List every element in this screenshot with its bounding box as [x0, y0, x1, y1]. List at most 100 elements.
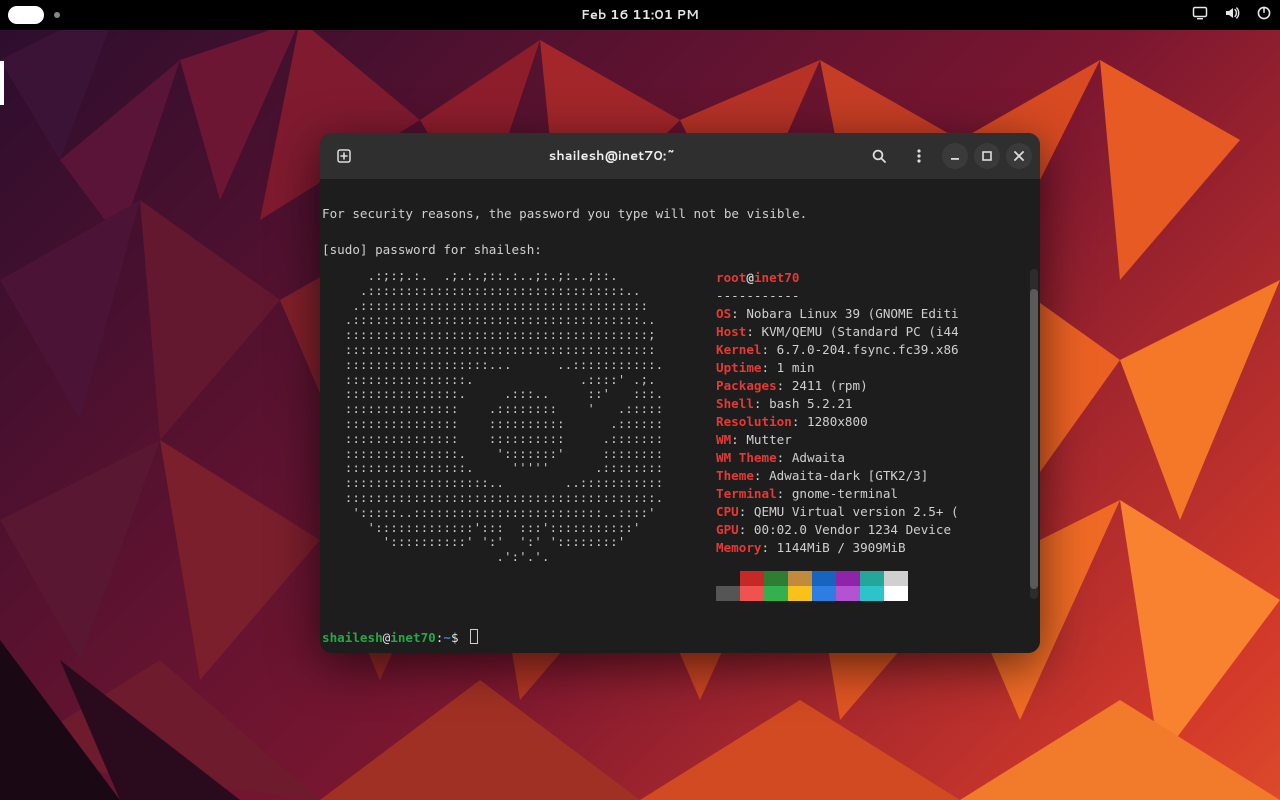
- neofetch-row: Shell: bash 5.2.21: [716, 395, 1038, 413]
- neofetch-row: Terminal: gnome-terminal: [716, 485, 1038, 503]
- nf-sep: :: [762, 360, 777, 375]
- edge-indicator: [0, 61, 4, 105]
- color-swatch: [884, 571, 908, 586]
- prompt-symbol: $: [451, 630, 459, 645]
- terminal-body[interactable]: For security reasons, the password you t…: [320, 179, 1040, 653]
- nf-title-at: @: [746, 270, 754, 285]
- prompt-user: shailesh: [322, 630, 383, 645]
- color-swatch: [740, 571, 764, 586]
- color-swatch: [884, 586, 908, 601]
- workspace-indicator-dot: [54, 12, 60, 18]
- cursor: [470, 629, 478, 644]
- neofetch-row: Kernel: 6.7.0-204.fsync.fc39.x86: [716, 341, 1038, 359]
- minimize-button[interactable]: [942, 143, 968, 169]
- nf-val: 6.7.0-204.fsync.fc39.x86: [777, 342, 959, 357]
- nf-key: Uptime: [716, 360, 762, 375]
- nf-val: Adwaita: [792, 450, 845, 465]
- nf-sep: :: [731, 306, 746, 321]
- screen-icon: [1192, 5, 1208, 26]
- nf-sep: :: [739, 504, 754, 519]
- nf-key: WM Theme: [716, 450, 777, 465]
- menu-button[interactable]: [902, 139, 936, 173]
- nf-sep: :: [754, 468, 769, 483]
- nf-sep: :: [754, 396, 769, 411]
- nf-key: Kernel: [716, 342, 762, 357]
- vertical-scrollbar[interactable]: [1030, 269, 1038, 599]
- neofetch-row: Memory: 1144MiB / 3909MiB: [716, 539, 1038, 557]
- window-title: shailesh@inet70:~: [549, 147, 676, 165]
- nf-val: 00:02.0 Vendor 1234 Device: [754, 522, 951, 537]
- nf-sep: :: [762, 540, 777, 555]
- color-swatch: [836, 571, 860, 586]
- neofetch-info: root@inet70 ----------- OS: Nobara Linux…: [716, 269, 1038, 601]
- sudo-prompt: [sudo] password for shailesh:: [322, 241, 1038, 259]
- nf-key: GPU: [716, 522, 739, 537]
- search-button[interactable]: [862, 139, 896, 173]
- neofetch-row: Host: KVM/QEMU (Standard PC (i44: [716, 323, 1038, 341]
- neofetch-row: WM: Mutter: [716, 431, 1038, 449]
- neofetch-block: .:;:;.:. .;.:.;::.:..;:.;:..;::. .::::::…: [322, 269, 1038, 601]
- nf-val: Adwaita-dark [GTK2/3]: [769, 468, 928, 483]
- nf-key: Host: [716, 324, 746, 339]
- neofetch-ascii-art: .:;:;.:. .;.:.;::.:..;:.;:..;::. .::::::…: [322, 269, 692, 565]
- color-swatch: [860, 571, 884, 586]
- neofetch-row: GPU: 00:02.0 Vendor 1234 Device: [716, 521, 1038, 539]
- neofetch-row: Packages: 2411 (rpm): [716, 377, 1038, 395]
- nf-key: Terminal: [716, 486, 777, 501]
- prompt-host: inet70: [390, 630, 436, 645]
- nf-val: bash 5.2.21: [769, 396, 852, 411]
- nf-key: WM: [716, 432, 731, 447]
- activities-area[interactable]: [8, 6, 60, 24]
- nf-val: 1 min: [777, 360, 815, 375]
- color-swatch: [788, 586, 812, 601]
- neofetch-row: Uptime: 1 min: [716, 359, 1038, 377]
- close-button[interactable]: [1006, 143, 1032, 169]
- nf-title-user: root: [716, 270, 746, 285]
- neofetch-color-blocks: [716, 571, 1038, 601]
- nf-key: Memory: [716, 540, 762, 555]
- color-swatch: [716, 586, 740, 601]
- gnome-top-panel: Feb 16 11:01 PM: [0, 0, 1280, 30]
- volume-icon: [1224, 5, 1240, 26]
- scrollbar-thumb[interactable]: [1030, 289, 1038, 589]
- nf-val: Nobara Linux 39 (GNOME Editi: [746, 306, 958, 321]
- color-swatch: [860, 586, 884, 601]
- new-tab-button[interactable]: [328, 139, 362, 173]
- color-swatch: [812, 571, 836, 586]
- neofetch-row: WM Theme: Adwaita: [716, 449, 1038, 467]
- nf-sep: :: [777, 450, 792, 465]
- nf-sep: :: [762, 342, 777, 357]
- nf-val: gnome-terminal: [792, 486, 898, 501]
- color-swatch: [716, 571, 740, 586]
- shell-prompt[interactable]: shailesh@inet70:~$: [320, 629, 1040, 653]
- neofetch-row: Theme: Adwaita-dark [GTK2/3]: [716, 467, 1038, 485]
- nf-val: Mutter: [746, 432, 792, 447]
- prompt-path: ~: [443, 630, 451, 645]
- nf-key: Theme: [716, 468, 754, 483]
- terminal-window: shailesh@inet70:~ For security reasons, …: [320, 133, 1040, 653]
- color-swatch: [788, 571, 812, 586]
- nf-key: Resolution: [716, 414, 792, 429]
- nf-sep: :: [731, 432, 746, 447]
- window-titlebar[interactable]: shailesh@inet70:~: [320, 133, 1040, 179]
- system-status-area[interactable]: [1192, 5, 1272, 26]
- nf-sep: :: [739, 522, 754, 537]
- nf-sep: :: [777, 378, 792, 393]
- clock-text: Feb 16 11:01 PM: [581, 6, 699, 24]
- neofetch-row: CPU: QEMU Virtual version 2.5+ (: [716, 503, 1038, 521]
- nf-key: Packages: [716, 378, 777, 393]
- color-swatch: [764, 571, 788, 586]
- terminal-output[interactable]: For security reasons, the password you t…: [320, 179, 1040, 629]
- nf-underline: -----------: [716, 287, 1038, 305]
- color-swatch: [740, 586, 764, 601]
- clock[interactable]: Feb 16 11:01 PM: [581, 6, 699, 24]
- maximize-button[interactable]: [974, 143, 1000, 169]
- power-icon: [1256, 5, 1272, 26]
- nf-sep: :: [792, 414, 807, 429]
- nf-val: 1280x800: [807, 414, 868, 429]
- nf-key: OS: [716, 306, 731, 321]
- color-swatch: [812, 586, 836, 601]
- color-swatch: [836, 586, 860, 601]
- nf-key: CPU: [716, 504, 739, 519]
- neofetch-row: OS: Nobara Linux 39 (GNOME Editi: [716, 305, 1038, 323]
